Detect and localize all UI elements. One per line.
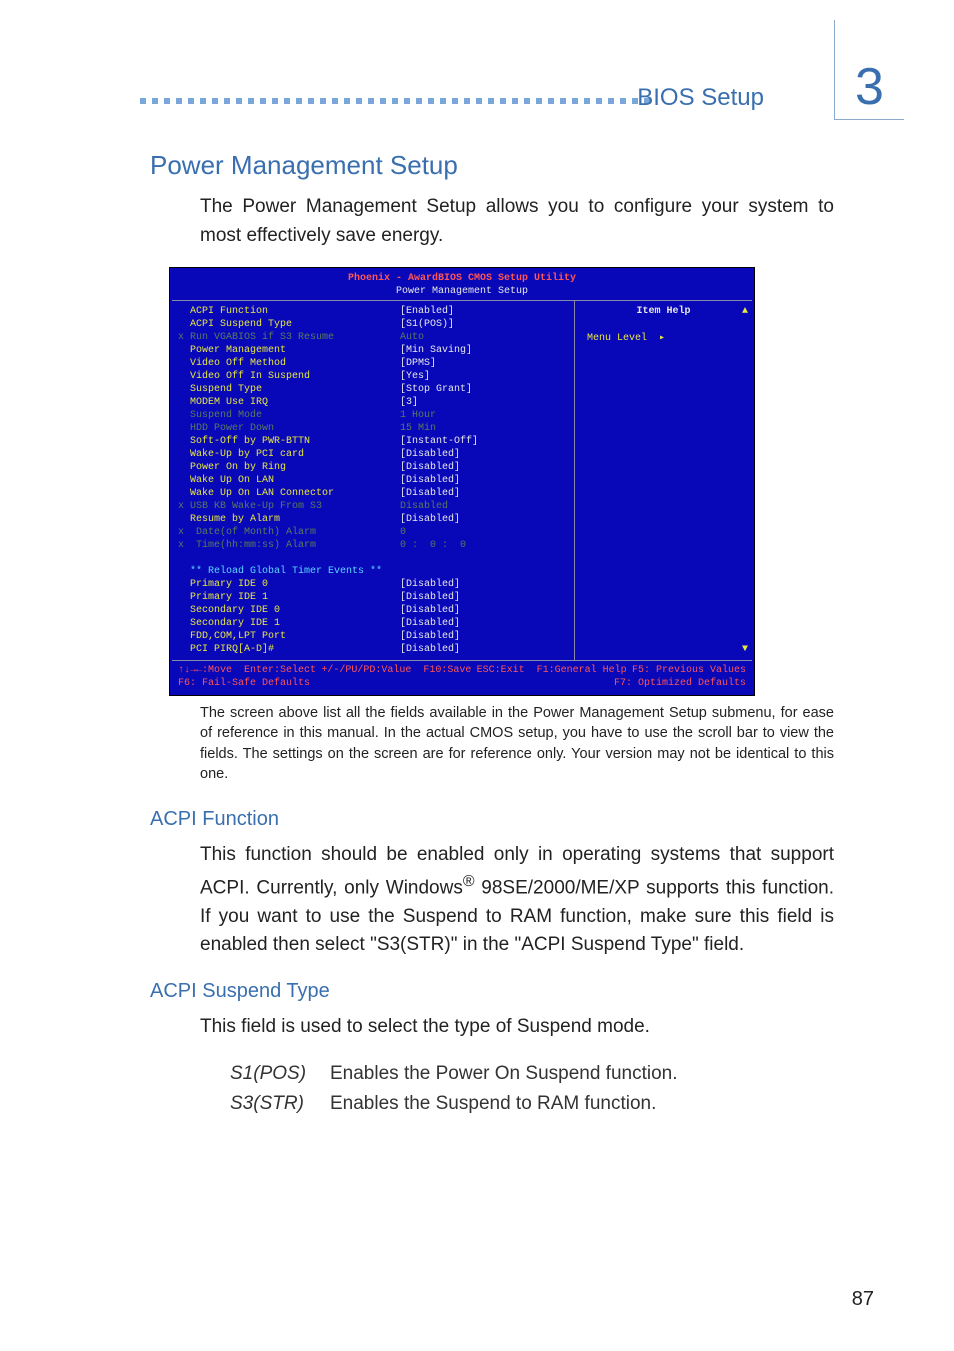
bios-footer: ↑↓→←:Move Enter:Select +/-/PU/PD:Value F… bbox=[172, 661, 752, 693]
bios-row: Resume by Alarm[Disabled] bbox=[178, 513, 568, 526]
section-intro: The Power Management Setup allows you to… bbox=[200, 193, 834, 250]
bios-row: Secondary IDE 1[Disabled] bbox=[178, 617, 568, 630]
definition-row: S3(STR)Enables the Suspend to RAM functi… bbox=[230, 1089, 834, 1119]
bios-row: FDD,COM,LPT Port[Disabled] bbox=[178, 630, 568, 643]
bios-row: Video Off Method[DPMS] bbox=[178, 357, 568, 370]
footer-hint: F6: Fail-Safe Defaults bbox=[178, 677, 310, 690]
bios-row: Wake Up On LAN[Disabled] bbox=[178, 474, 568, 487]
acpi-suspend-intro: This field is used to select the type of… bbox=[200, 1013, 834, 1042]
bios-row: x Time(hh:mm:ss) Alarm0 : 0 : 0 bbox=[178, 539, 568, 552]
bios-row: Suspend Mode1 Hour bbox=[178, 409, 568, 422]
footer-hint: F7: Optimized Defaults bbox=[614, 677, 746, 690]
bios-row: xRun VGABIOS if S3 ResumeAuto bbox=[178, 331, 568, 344]
bios-row: Suspend Type[Stop Grant] bbox=[178, 383, 568, 396]
acpi-suspend-heading: ACPI Suspend Type bbox=[150, 980, 834, 1003]
acpi-function-heading: ACPI Function bbox=[150, 808, 834, 831]
bios-row: Video Off In Suspend[Yes] bbox=[178, 370, 568, 383]
acpi-function-body: This function should be enabled only in … bbox=[200, 841, 834, 959]
footer-hint: F5: Previous Values bbox=[632, 664, 746, 677]
definition-desc: Enables the Power On Suspend function. bbox=[330, 1059, 834, 1089]
section-title: Power Management Setup bbox=[150, 150, 834, 181]
registered-icon: ® bbox=[463, 873, 475, 890]
definition-term: S1(POS) bbox=[230, 1059, 330, 1089]
bios-row: Primary IDE 0[Disabled] bbox=[178, 578, 568, 591]
definition-term: S3(STR) bbox=[230, 1089, 330, 1119]
definition-row: S1(POS)Enables the Power On Suspend func… bbox=[230, 1059, 834, 1089]
menu-level-arrow-icon: ▸ bbox=[659, 333, 665, 344]
bios-row: x Date(of Month) Alarm0 bbox=[178, 526, 568, 539]
suspend-definitions: S1(POS)Enables the Power On Suspend func… bbox=[230, 1059, 834, 1120]
footer-hint: +/-/PU/PD:Value F10:Save bbox=[321, 664, 471, 677]
bios-field-list: ACPI Function[Enabled] ACPI Suspend Type… bbox=[172, 301, 575, 660]
footer-hint: ↑↓→←:Move Enter:Select bbox=[178, 664, 316, 677]
bios-subtitle: Power Management Setup bbox=[172, 285, 752, 300]
bios-row: HDD Power Down15 Min bbox=[178, 422, 568, 435]
scroll-down-icon: ▼ bbox=[742, 643, 748, 656]
definition-desc: Enables the Suspend to RAM function. bbox=[330, 1089, 834, 1119]
bios-row: ACPI Suspend Type[S1(POS)] bbox=[178, 318, 568, 331]
bios-title: Phoenix - AwardBIOS CMOS Setup Utility bbox=[172, 270, 752, 285]
menu-level-label: Menu Level ▸ bbox=[581, 332, 746, 345]
item-help-label: Item Help bbox=[581, 305, 746, 318]
bios-screenshot: Phoenix - AwardBIOS CMOS Setup Utility P… bbox=[170, 268, 754, 695]
bios-row: Soft-Off by PWR-BTTN[Instant-Off] bbox=[178, 435, 568, 448]
bios-row: ACPI Function[Enabled] bbox=[178, 305, 568, 318]
bios-row: PCI PIRQ[A-D]#[Disabled] bbox=[178, 643, 568, 656]
dotted-rule bbox=[140, 98, 654, 104]
footer-hint: ESC:Exit F1:General Help bbox=[477, 664, 627, 677]
screenshot-caption: The screen above list all the fields ava… bbox=[200, 703, 834, 784]
page-header: BIOS Setup 3 bbox=[150, 60, 834, 120]
page-number: 87 bbox=[852, 1288, 874, 1311]
chapter-box: 3 bbox=[834, 20, 904, 120]
bios-row: Wake-Up by PCI card[Disabled] bbox=[178, 448, 568, 461]
chapter-number: 3 bbox=[855, 61, 884, 113]
bios-row: Power Management[Min Saving] bbox=[178, 344, 568, 357]
bios-row: Primary IDE 1[Disabled] bbox=[178, 591, 568, 604]
bios-help-pane: ▲ Item Help Menu Level ▸ ▼ bbox=[575, 301, 752, 660]
bios-row: Secondary IDE 0[Disabled] bbox=[178, 604, 568, 617]
bios-row: Power On by Ring[Disabled] bbox=[178, 461, 568, 474]
bios-row: xUSB KB Wake-Up From S3Disabled bbox=[178, 500, 568, 513]
bios-row: Wake Up On LAN Connector[Disabled] bbox=[178, 487, 568, 500]
breadcrumb: BIOS Setup bbox=[637, 84, 764, 112]
scroll-up-icon: ▲ bbox=[742, 305, 748, 318]
bios-row: MODEM Use IRQ[3] bbox=[178, 396, 568, 409]
